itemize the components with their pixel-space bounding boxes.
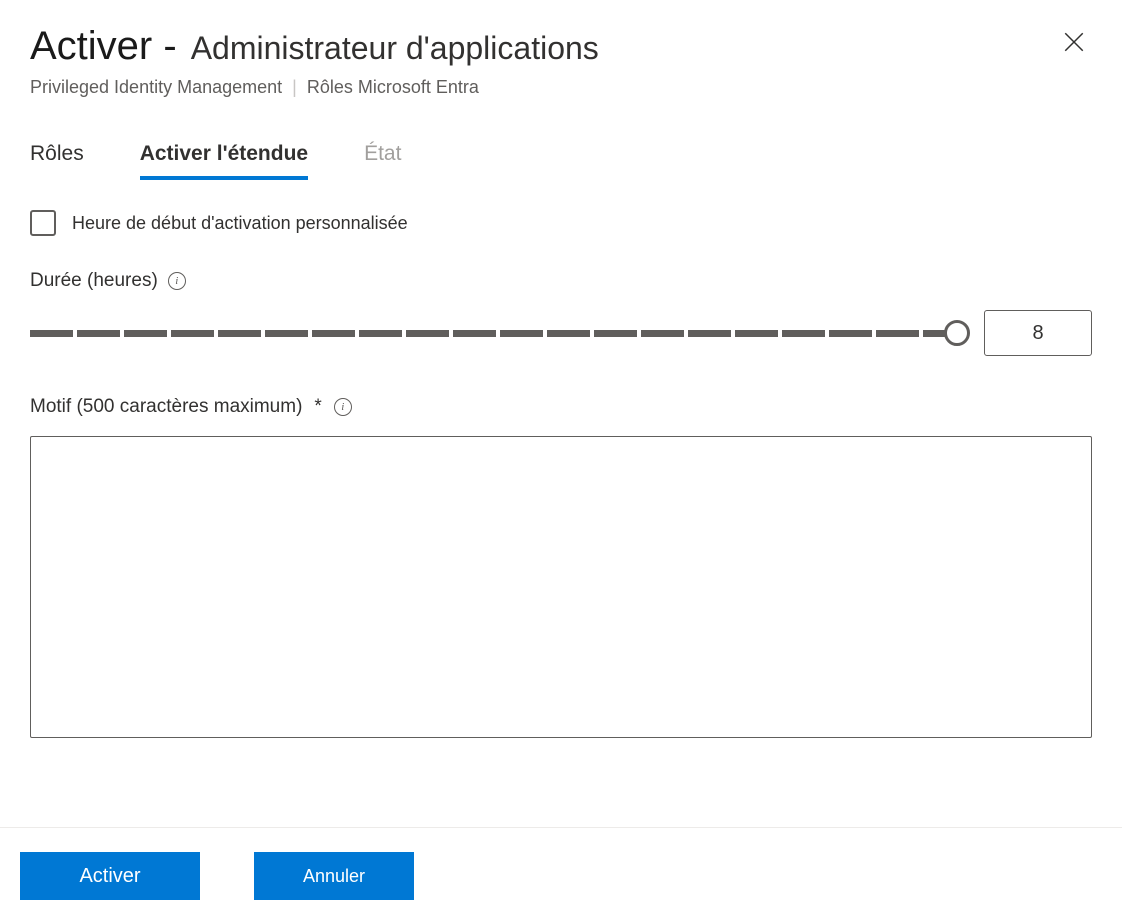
- custom-start-label: Heure de début d'activation personnalisé…: [72, 213, 408, 234]
- breadcrumb-service: Privileged Identity Management: [30, 77, 282, 98]
- slider-segments: [30, 330, 966, 337]
- tab-bar: Rôles Activer l'étendue État: [0, 98, 1122, 180]
- duration-value-input[interactable]: [984, 310, 1092, 356]
- cancel-button[interactable]: Annuler: [254, 852, 414, 900]
- activate-button[interactable]: Activer: [20, 852, 200, 900]
- title-prefix: Activer -: [30, 24, 177, 69]
- info-icon[interactable]: i: [334, 398, 352, 416]
- duration-slider[interactable]: [30, 320, 966, 346]
- close-button[interactable]: [1060, 28, 1088, 56]
- reason-textarea[interactable]: [30, 436, 1092, 738]
- reason-label: Motif (500 caractères maximum): [30, 396, 302, 418]
- custom-start-checkbox[interactable]: [30, 210, 56, 236]
- breadcrumb-section: Rôles Microsoft Entra: [307, 77, 479, 98]
- form-content: Heure de début d'activation personnalisé…: [0, 180, 1122, 743]
- tab-status: État: [364, 142, 401, 180]
- duration-label: Durée (heures): [30, 270, 158, 292]
- panel-header: Activer - Administrateur d'applications …: [0, 0, 1122, 98]
- footer: Activer Annuler: [0, 827, 1122, 924]
- required-marker: *: [314, 396, 321, 418]
- custom-start-row: Heure de début d'activation personnalisé…: [30, 210, 1092, 236]
- slider-thumb[interactable]: [944, 320, 970, 346]
- info-icon[interactable]: i: [168, 272, 186, 290]
- tab-activate-scope[interactable]: Activer l'étendue: [140, 142, 308, 180]
- title-role: Administrateur d'applications: [191, 30, 599, 67]
- duration-slider-row: [30, 310, 1092, 356]
- breadcrumb: Privileged Identity Management | Rôles M…: [30, 77, 1092, 98]
- breadcrumb-divider: |: [292, 77, 297, 98]
- reason-label-row: Motif (500 caractères maximum) * i: [30, 396, 1092, 418]
- close-icon: [1064, 32, 1084, 52]
- duration-label-row: Durée (heures) i: [30, 270, 1092, 292]
- tab-roles[interactable]: Rôles: [30, 142, 84, 180]
- title-row: Activer - Administrateur d'applications: [30, 24, 1092, 69]
